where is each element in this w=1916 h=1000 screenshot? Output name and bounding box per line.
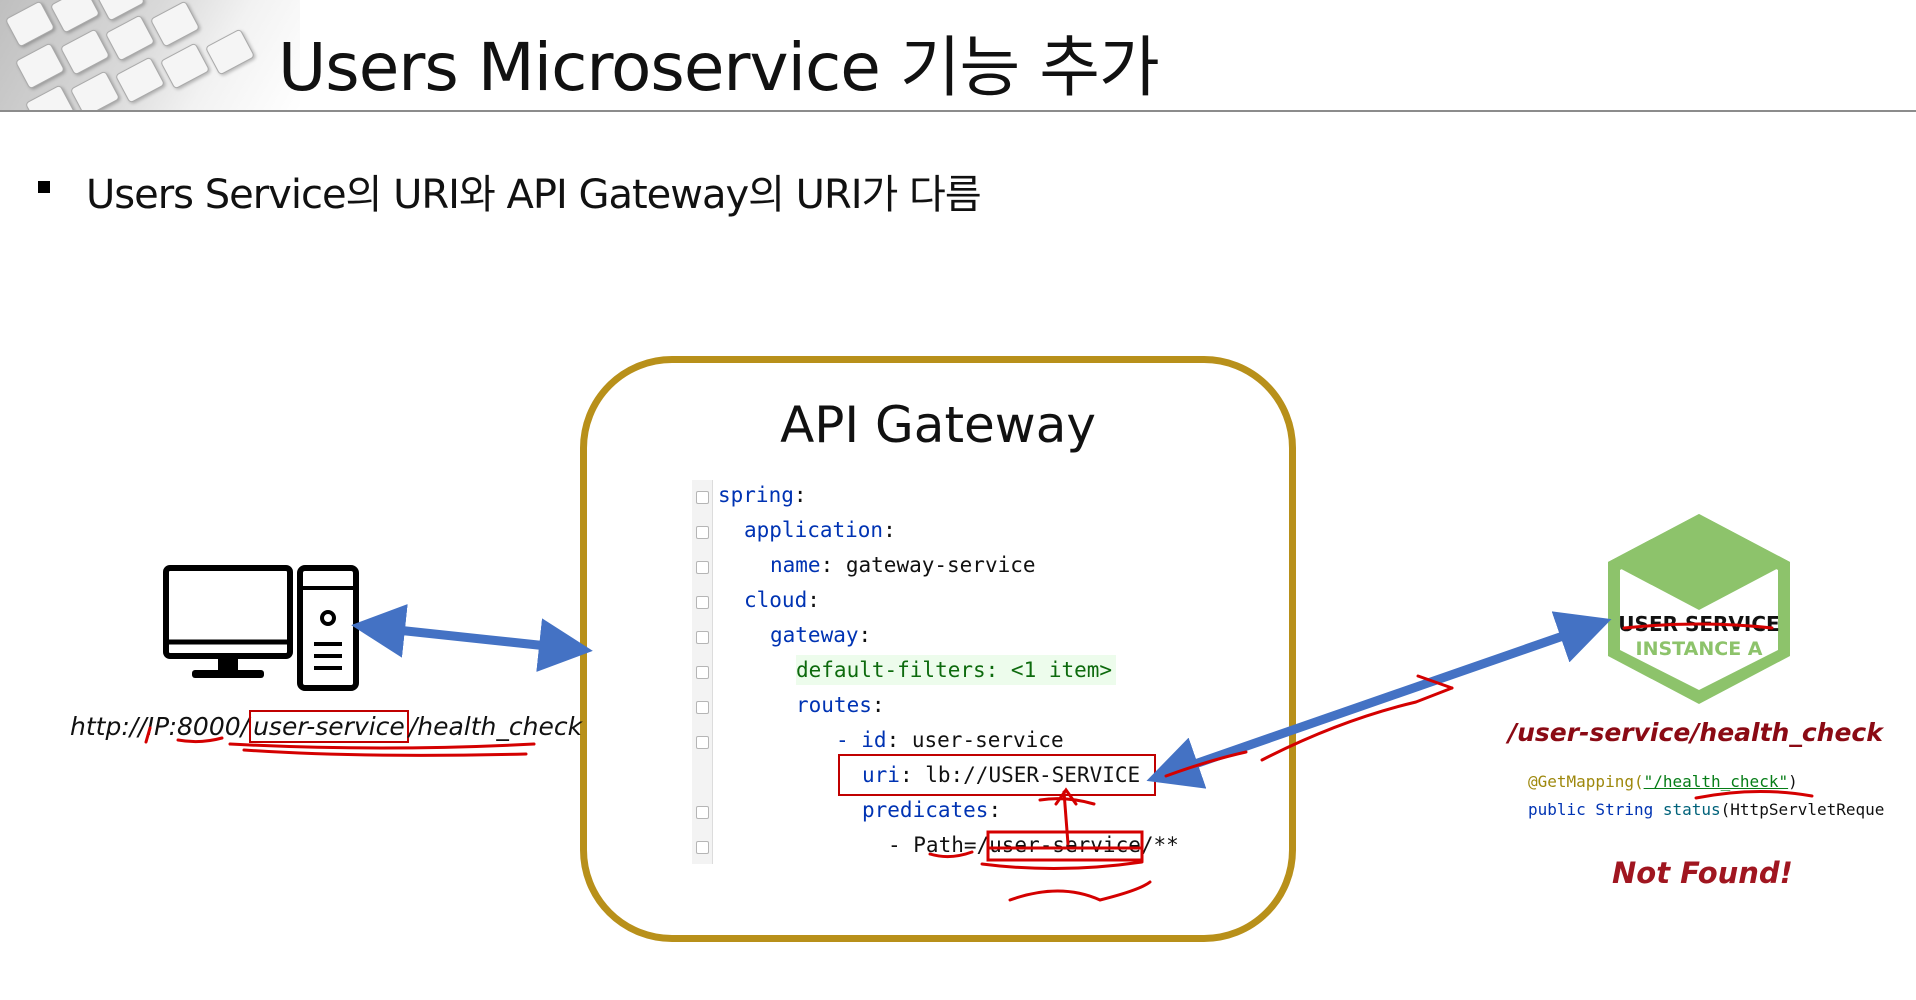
gateway-service-arrow — [1146, 611, 1612, 789]
diagram-overlay — [144, 604, 1814, 902]
red-handwritten-annotations — [144, 622, 1814, 902]
path-highlight-box — [986, 830, 1144, 862]
client-gateway-arrow — [351, 604, 593, 672]
